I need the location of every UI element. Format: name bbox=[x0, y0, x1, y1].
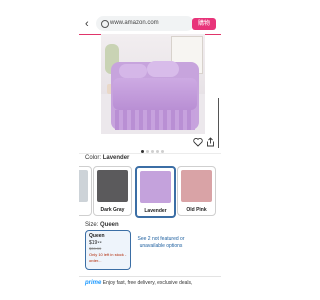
swatch-label: Old Pink bbox=[186, 207, 207, 213]
stock-status: Only 10 left in stock - order... bbox=[89, 252, 127, 263]
divider bbox=[79, 276, 221, 277]
swatch-partial[interactable] bbox=[79, 166, 92, 216]
prime-text: Enjoy fast, free delivery, exclusive dea… bbox=[102, 280, 193, 286]
pillow bbox=[147, 61, 179, 77]
scroll-indicator bbox=[218, 98, 219, 148]
swatch-image bbox=[181, 170, 212, 202]
list-price: $39.99 bbox=[89, 246, 102, 251]
pillow bbox=[119, 64, 147, 78]
see-more-options-link[interactable]: See 2 not featured or unavailable option… bbox=[133, 236, 189, 250]
swatch-image bbox=[140, 171, 171, 203]
phone-screen: ‹ www.amazon.com 購物 Color: Lavender Dark… bbox=[79, 0, 221, 300]
share-icon[interactable] bbox=[206, 137, 215, 147]
swatch-lavender[interactable]: Lavender bbox=[135, 166, 176, 218]
product-image[interactable] bbox=[101, 34, 205, 134]
swatch-dark-gray[interactable]: Dark Gray bbox=[93, 166, 132, 216]
color-label: Color: Lavender bbox=[85, 155, 130, 161]
size-name: Queen bbox=[89, 233, 105, 239]
prime-banner[interactable]: prime Enjoy fast, free delivery, exclusi… bbox=[85, 280, 192, 286]
image-carousel-dots[interactable] bbox=[141, 140, 166, 153]
swatch-old-pink[interactable]: Old Pink bbox=[177, 166, 216, 216]
swatch-label: Dark Gray bbox=[100, 207, 125, 213]
heart-icon[interactable] bbox=[193, 137, 203, 147]
prime-logo: prime bbox=[85, 280, 102, 286]
shop-button[interactable]: 購物 bbox=[192, 18, 216, 30]
size-option-queen[interactable]: Queen $19⁹⁹ $39.99 Only 10 left in stock… bbox=[85, 230, 131, 270]
swatch-label: Lavender bbox=[144, 208, 167, 214]
color-swatches: Dark Gray Lavender Old Pink bbox=[79, 166, 221, 218]
bed-skirt bbox=[115, 110, 195, 130]
selected-color: Lavender bbox=[102, 155, 130, 161]
url-text: www.amazon.com bbox=[110, 20, 159, 26]
browser-url-bar: ‹ www.amazon.com 購物 bbox=[79, 14, 221, 34]
url-field[interactable]: www.amazon.com bbox=[96, 16, 194, 31]
lock-icon bbox=[101, 20, 109, 28]
back-arrow-icon[interactable]: ‹ bbox=[85, 17, 89, 31]
selected-size: Queen bbox=[100, 222, 119, 228]
swatch-image bbox=[97, 170, 128, 202]
size-label: Size: Queen bbox=[85, 222, 119, 228]
swatch-image bbox=[79, 170, 88, 202]
divider bbox=[79, 153, 221, 154]
duvet bbox=[113, 78, 197, 110]
